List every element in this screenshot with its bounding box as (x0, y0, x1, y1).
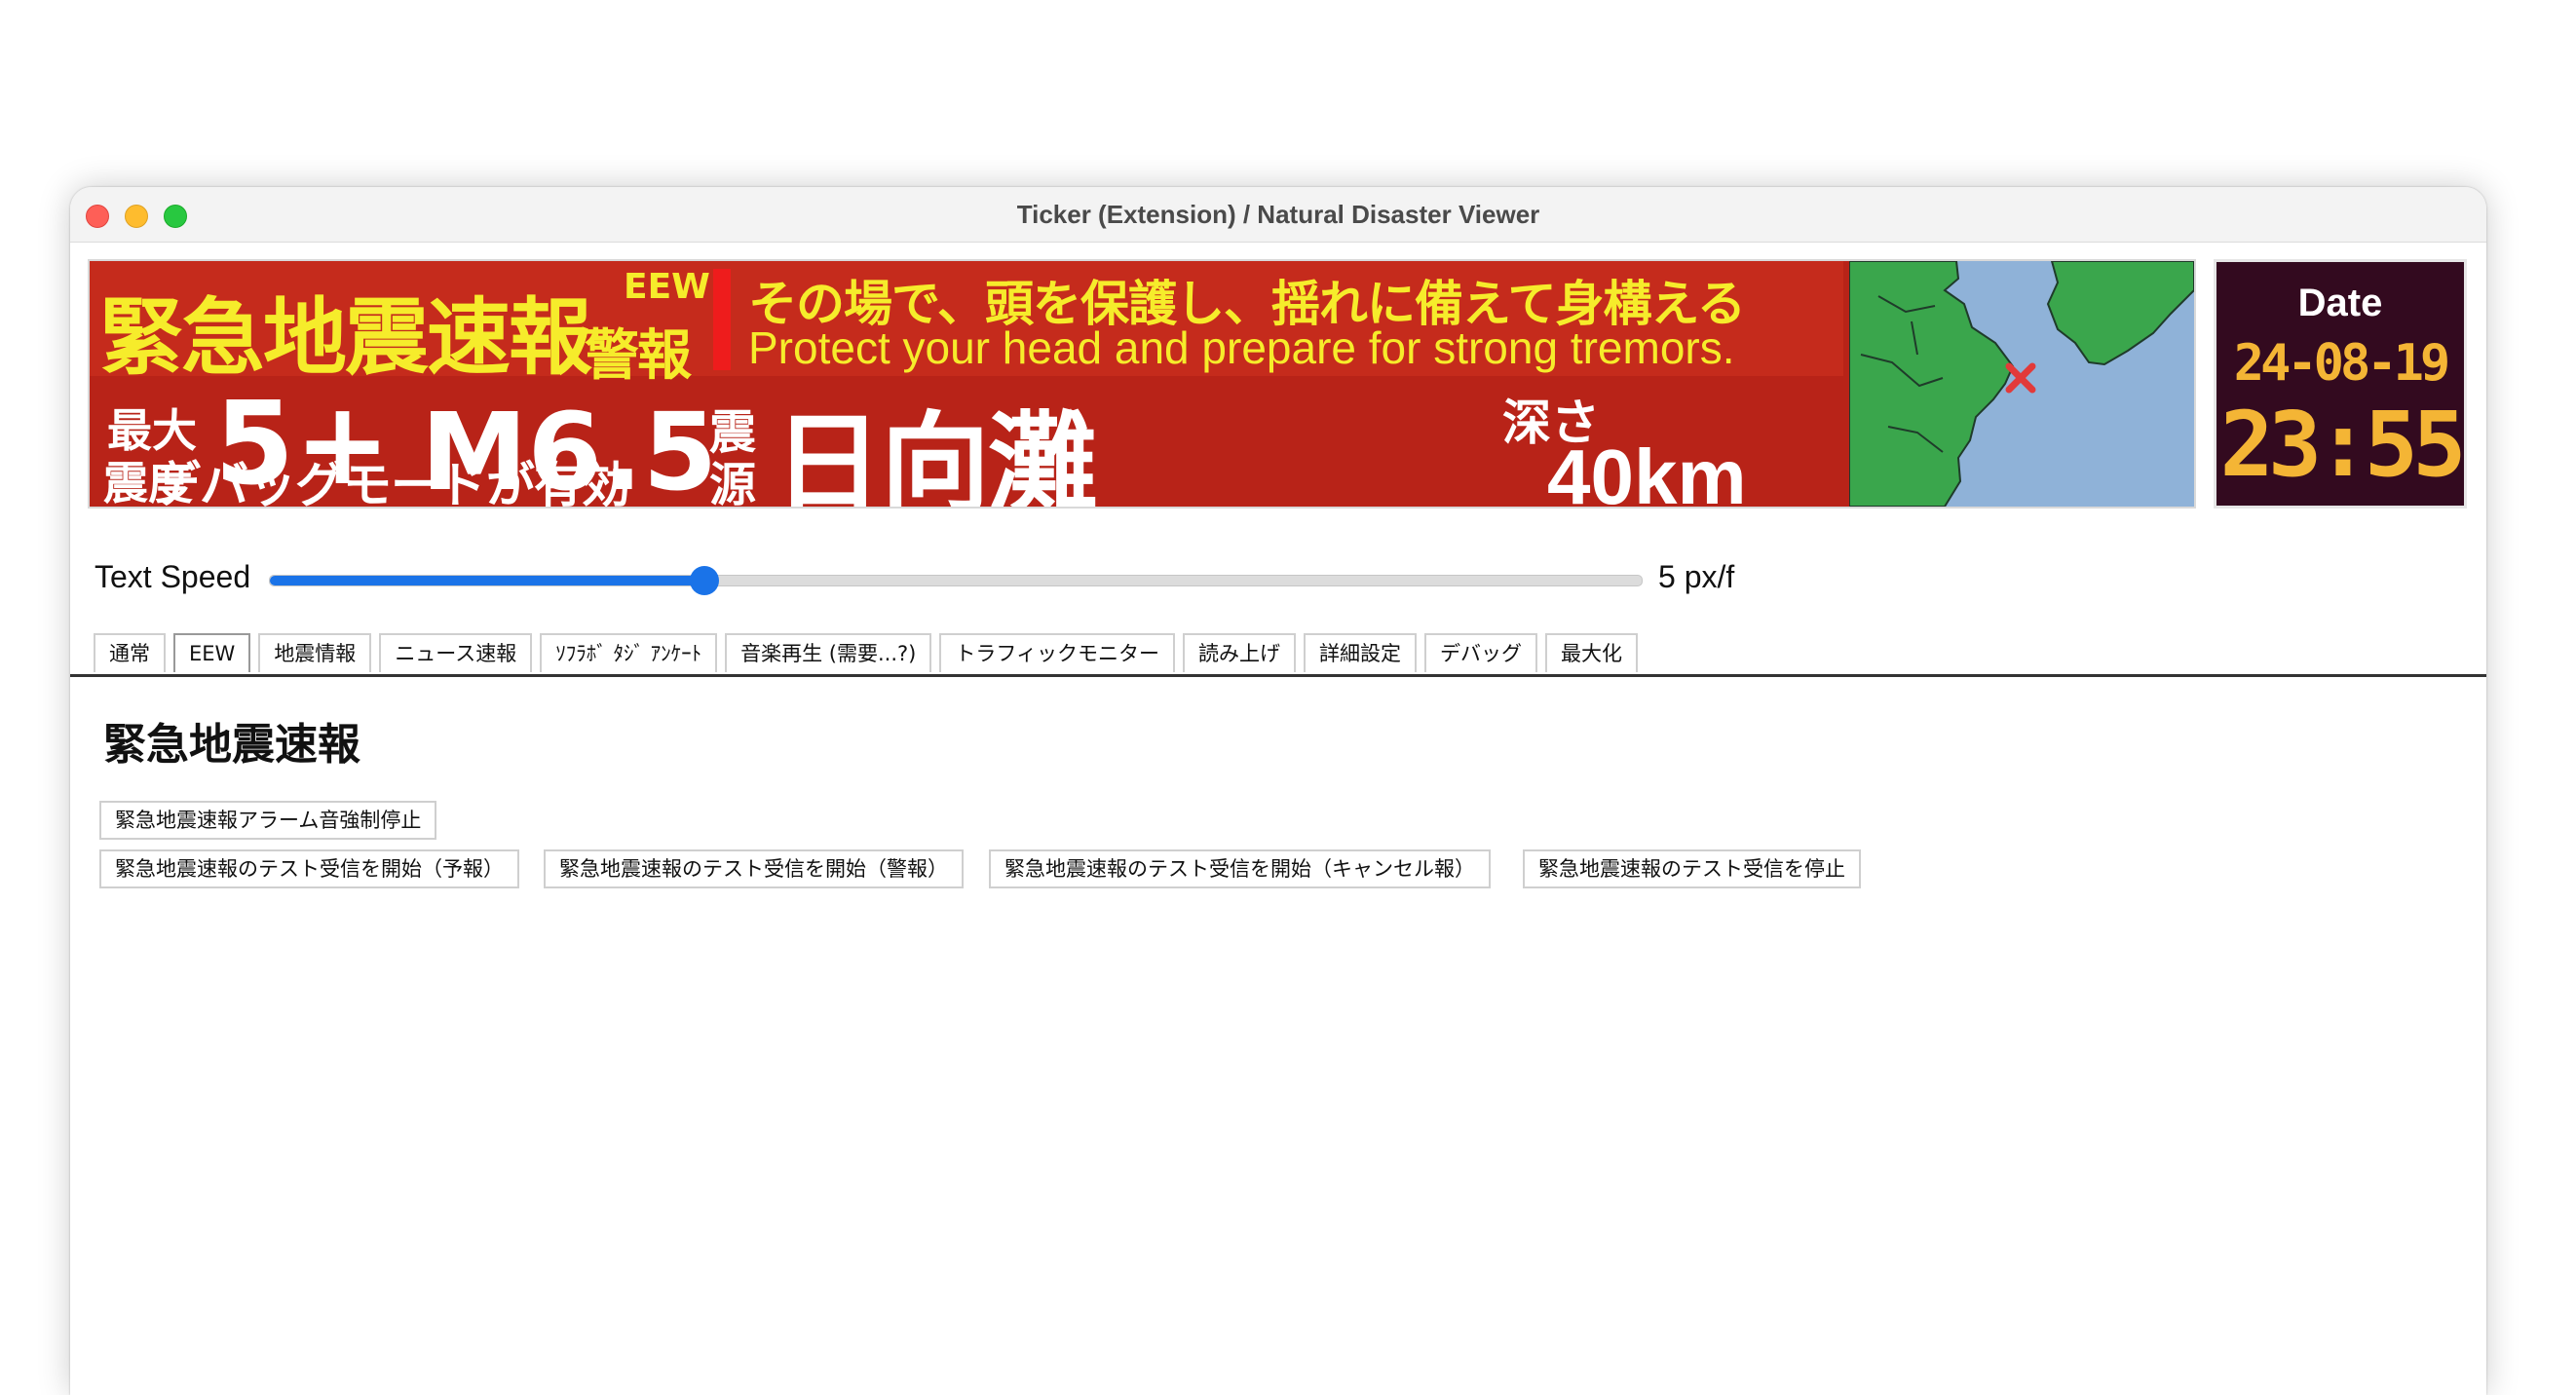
test-cancel-button[interactable]: 緊急地震速報のテスト受信を開始（キャンセル報） (989, 849, 1491, 888)
depth-value: 40km (1547, 434, 1747, 509)
app-window: Ticker (Extension) / Natural Disaster Vi… (70, 187, 2486, 1395)
clock-time: 23:55 (2219, 393, 2467, 497)
ticker-title: 緊急地震速報 (99, 289, 592, 387)
tab-3[interactable]: ニュース速報 (379, 633, 533, 672)
ticker-eew-label: EEW (624, 267, 710, 307)
test-warning-button[interactable]: 緊急地震速報のテスト受信を開始（警報） (544, 849, 964, 888)
tab-bar-underline (70, 674, 2486, 677)
test-stop-button[interactable]: 緊急地震速報のテスト受信を停止 (1523, 849, 1861, 888)
clock-label: Date (2297, 282, 2383, 324)
tab-9[interactable]: デバッグ (1423, 633, 1537, 672)
title-bar: Ticker (Extension) / Natural Disaster Vi… (70, 187, 2486, 243)
ticker-divider (713, 269, 731, 370)
eew-ticker-banner: 緊急地震速報 EEW 警報 その場で、頭を保護し、揺れに備えて身構える Prot… (88, 259, 2196, 509)
ticker-message-en: Protect your head and prepare for strong… (748, 322, 1735, 373)
stop-alarm-button[interactable]: 緊急地震速報アラーム音強制停止 (99, 801, 437, 840)
text-speed-label: Text Speed (95, 559, 251, 594)
window-title: Ticker (Extension) / Natural Disaster Vi… (1016, 200, 1540, 229)
epicenter-value: 日向灘 (774, 401, 1097, 509)
epicenter-label-bottom: 源 (709, 458, 757, 509)
tab-bar: 通常 EEW 地震情報 ニュース速報 ｿﾌﾗﾎﾞ ﾀｼﾞ ｱﾝｹｰﾄ 音楽再生 (需要..… (94, 633, 1638, 674)
tab-0[interactable]: 通常 (94, 633, 166, 672)
tab-5[interactable]: 音楽再生 (需要...?) (725, 633, 932, 672)
epicenter-map (1849, 261, 2194, 507)
tab-2[interactable]: 地震情報 (258, 633, 372, 672)
ticker-warning-label: 警報 (585, 324, 692, 388)
slider-thumb[interactable] (690, 566, 720, 595)
tab-1[interactable]: EEW (173, 633, 251, 672)
tab-4[interactable]: ｿﾌﾗﾎﾞ ﾀｼﾞ ｱﾝｹｰﾄ (540, 633, 718, 672)
clock-panel: Date 24-08-19 23:55 (2214, 259, 2467, 509)
text-speed-value: 5 px/f (1658, 559, 1735, 594)
tab-6[interactable]: トラフィックモニター (939, 633, 1175, 672)
clock-date: 24-08-19 (2233, 334, 2450, 393)
section-title: 緊急地震速報 (103, 720, 360, 770)
tab-7[interactable]: 読み上げ (1182, 633, 1296, 672)
slider-fill (270, 576, 705, 585)
test-forecast-button[interactable]: 緊急地震速報のテスト受信を開始（予報） (99, 849, 519, 888)
tab-8[interactable]: 詳細設定 (1303, 633, 1417, 672)
debug-mode-overlay: デバッグモードが有効 (152, 457, 630, 509)
text-speed-slider[interactable] (269, 566, 1643, 595)
tab-10[interactable]: 最大化 (1544, 633, 1638, 672)
